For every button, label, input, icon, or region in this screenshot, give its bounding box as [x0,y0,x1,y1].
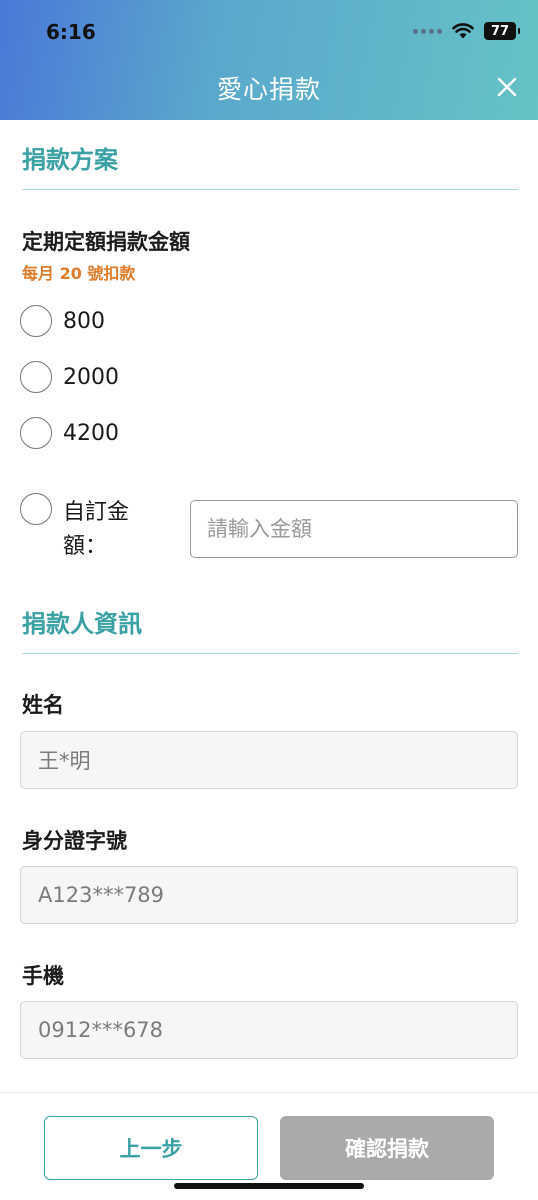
radio-button[interactable] [20,361,52,393]
amount-option-800[interactable]: 800 [20,305,105,337]
amount-label: 定期定額捐款金額 [22,230,190,254]
plan-section-title: 捐款方案 [22,146,118,174]
radio-button[interactable] [20,417,52,449]
home-indicator[interactable] [174,1183,364,1189]
battery-level: 77 [490,23,510,39]
battery-icon: 77 [484,22,520,40]
app-header: 6:16 77 愛心捐款 [0,0,538,120]
name-label: 姓名 [22,693,64,717]
previous-step-button[interactable]: 上一步 [44,1116,258,1180]
phone-value: 0912***678 [38,1018,164,1042]
footer-bar: 上一步 確認捐款 [0,1092,538,1200]
plan-section-divider [22,189,518,190]
amount-option-4200[interactable]: 4200 [20,417,119,449]
radio-button[interactable] [20,493,52,525]
amount-option-custom[interactable] [20,493,52,525]
amount-option-2000[interactable]: 2000 [20,361,119,393]
status-time: 6:16 [46,20,96,44]
donor-section-divider [22,653,518,654]
cellular-signal-icon [413,28,442,34]
amount-option-label: 2000 [63,364,119,390]
close-icon[interactable] [496,76,518,98]
custom-amount-label: 自訂金額： [63,500,130,559]
phone-field: 0912***678 [20,1001,518,1059]
deduct-note: 每月 20 號扣款 [22,264,136,283]
radio-button[interactable] [20,305,52,337]
phone-label: 手機 [22,964,64,988]
id-number-value: A123***789 [38,883,165,907]
name-field: 王*明 [20,731,518,789]
status-indicators: 77 [413,22,520,40]
page-title: 愛心捐款 [216,75,321,104]
custom-amount-input[interactable] [190,500,518,558]
amount-option-label: 4200 [63,420,119,446]
amount-option-label: 800 [63,308,105,334]
donor-section-title: 捐款人資訊 [22,610,142,638]
id-number-field: A123***789 [20,866,518,924]
wifi-icon [452,23,474,39]
name-value: 王*明 [38,749,91,773]
id-number-label: 身分證字號 [22,829,127,853]
confirm-donation-button[interactable]: 確認捐款 [280,1116,494,1180]
